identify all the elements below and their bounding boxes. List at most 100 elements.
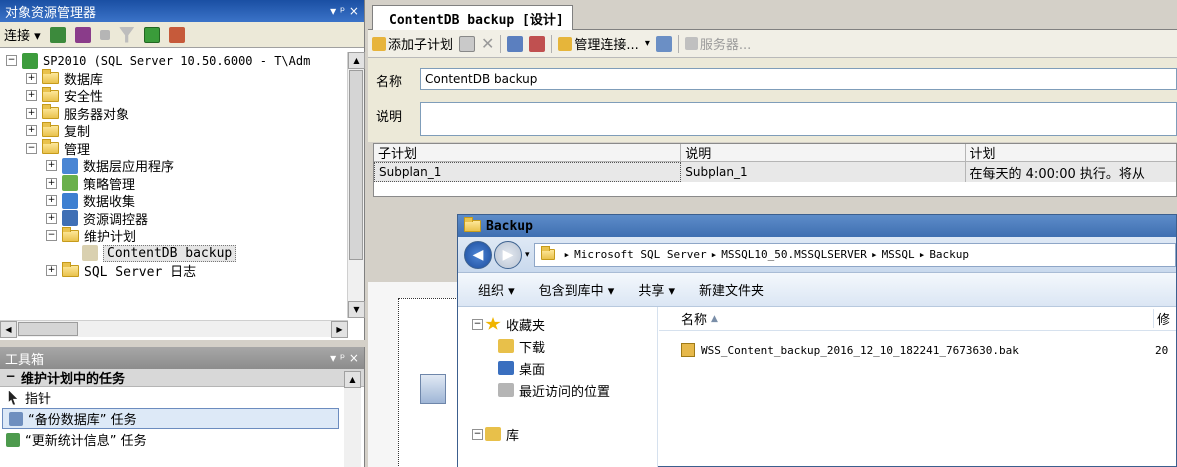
tree-node[interactable]: + 数据库 (0, 69, 348, 88)
subplan-properties-icon[interactable] (459, 35, 476, 52)
nav-item[interactable]: 最近访问的位置 (498, 379, 610, 401)
share-button[interactable]: 共享 ▾ (638, 280, 675, 299)
breadcrumb-separator-icon[interactable]: ▸ (871, 248, 878, 261)
toolbox-item[interactable]: “备份数据库” 任务 (2, 408, 339, 429)
data-tier-app-icon (62, 157, 78, 174)
name-field[interactable]: ContentDB backup (420, 68, 1177, 90)
nav-item-label: 最近访问的位置 (519, 384, 611, 400)
tree-node[interactable]: ContentDB backup (0, 244, 348, 263)
expand-icon[interactable]: + (26, 72, 37, 84)
backup-task-icon (420, 374, 446, 404)
breadcrumb-item[interactable]: Backup (929, 248, 969, 261)
breadcrumb-item[interactable]: Microsoft SQL Server (574, 248, 706, 261)
object-explorer-title: 对象资源管理器 (5, 5, 97, 21)
column-header-description[interactable]: 说明 (681, 144, 966, 161)
cell-subplan-name[interactable]: Subplan_1 (374, 162, 682, 182)
tree-node-label: 管理 (64, 142, 91, 158)
expand-icon[interactable]: + (46, 195, 57, 207)
table-row[interactable]: Subplan_1 Subplan_1 在每天的 4:00:00 执行。将从 (374, 162, 1176, 182)
scroll-up-arrow-icon[interactable]: ▲ (344, 371, 361, 388)
organize-button[interactable]: 组织 ▾ (478, 280, 515, 299)
collapse-icon[interactable]: − (6, 55, 17, 67)
tree-node[interactable]: + 数据层应用程序 (0, 157, 348, 175)
scroll-up-arrow-icon[interactable]: ▲ (348, 52, 365, 69)
panel-pin-controls[interactable]: ▾ ᵖ × (330, 4, 359, 18)
expand-icon[interactable]: + (26, 107, 37, 119)
breadcrumb-separator-icon[interactable]: ▸ (919, 248, 926, 261)
stop-icon[interactable] (99, 29, 110, 40)
breadcrumb-separator-icon[interactable]: ▸ (711, 248, 718, 261)
nav-item[interactable]: − 库 (472, 423, 519, 445)
scroll-down-arrow-icon[interactable]: ▼ (348, 301, 365, 318)
cell-schedule[interactable]: 在每天的 4:00:00 执行。将从 (966, 162, 1176, 182)
toolbox-scrollbar[interactable]: ▲ (344, 371, 361, 467)
tree-node[interactable]: + 安全性 (0, 86, 348, 105)
add-subplan-button[interactable]: 添加子计划 (388, 34, 453, 53)
tree-node[interactable]: + SQL Server 日志 (0, 261, 348, 280)
column-header-schedule[interactable]: 计划 (966, 144, 1176, 161)
collapse-icon[interactable]: − (46, 230, 57, 242)
nav-item[interactable]: − 收藏夹 (472, 313, 545, 335)
breadcrumb-item[interactable]: MSSQL10_50.MSSQLSERVER (721, 248, 867, 261)
delete-subplan-icon[interactable]: ✕ (481, 34, 494, 53)
tree-node[interactable]: − SP2010 (SQL Server 10.50.6000 - T\Adm (0, 52, 348, 70)
scrollbar-thumb[interactable] (18, 322, 78, 336)
tree-horizontal-scrollbar[interactable]: ◀ ▶ (0, 320, 348, 338)
tree-node[interactable]: + 资源调控器 (0, 210, 348, 228)
remove-schedule-icon[interactable] (529, 35, 546, 52)
connect-server-icon[interactable] (49, 26, 66, 43)
file-name[interactable]: WSS_Content_backup_2016_12_10_182241_767… (701, 344, 1019, 357)
summary-icon[interactable] (168, 26, 185, 43)
description-field[interactable] (420, 102, 1177, 136)
tree-node[interactable]: + 策略管理 (0, 175, 348, 193)
file-row[interactable]: WSS_Content_backup_2016_12_10_182241_767… (659, 339, 1176, 361)
tree-node[interactable]: + 服务器对象 (0, 104, 348, 123)
expand-icon[interactable]: + (46, 160, 57, 172)
servers-button[interactable]: 服务器... (700, 34, 751, 53)
expand-icon[interactable]: + (26, 125, 37, 137)
toolbox-section-header[interactable]: − 维护计划中的任务 (0, 369, 364, 387)
expand-icon[interactable]: + (46, 265, 57, 277)
collapse-icon[interactable]: − (472, 428, 483, 440)
nav-item[interactable]: 桌面 (498, 357, 545, 379)
nav-item[interactable]: 下载 (498, 335, 545, 357)
column-header-subplan[interactable]: 子计划 (374, 144, 682, 161)
disconnect-server-icon[interactable] (74, 26, 91, 43)
toolbox-item[interactable]: 指针 (0, 387, 364, 408)
breadcrumb-item[interactable]: MSSQL (882, 248, 915, 261)
scroll-left-arrow-icon[interactable]: ◀ (0, 321, 17, 338)
cell-subplan-description[interactable]: Subplan_1 (681, 162, 966, 182)
tree-vertical-scrollbar[interactable]: ▲ ▼ (347, 52, 365, 318)
tab-contentdb-backup-design[interactable]: ContentDB backup [设计] (372, 5, 573, 30)
tree-node[interactable]: − 管理 (0, 139, 348, 158)
collapse-icon[interactable]: − (26, 142, 37, 154)
filter-icon[interactable] (118, 26, 135, 43)
forward-button-icon[interactable]: ▶ (494, 240, 522, 269)
history-dropdown-icon[interactable]: ▾ (525, 250, 530, 260)
column-header-name[interactable]: 名称 (681, 309, 707, 328)
dropdown-arrow-icon[interactable]: ▾ (645, 38, 650, 49)
tree-node[interactable]: + 复制 (0, 121, 348, 140)
panel-pin-controls[interactable]: ▾ ᵖ × (330, 351, 359, 365)
new-folder-button[interactable]: 新建文件夹 (699, 280, 764, 299)
toolbox-item[interactable]: “更新统计信息” 任务 (0, 429, 364, 450)
address-breadcrumb[interactable]: ▸ Microsoft SQL Server ▸ MSSQL10_50.MSSQ… (533, 242, 1176, 267)
column-header-modified[interactable]: 修 (1153, 309, 1170, 328)
tree-node[interactable]: − 维护计划 (0, 226, 348, 245)
tree-node[interactable]: + 数据收集 (0, 192, 348, 210)
scrollbar-thumb[interactable] (349, 70, 363, 260)
expand-icon[interactable]: + (46, 177, 57, 189)
refresh-icon[interactable] (143, 26, 160, 43)
collapse-icon[interactable]: − (5, 370, 16, 383)
back-button-icon[interactable]: ◀ (464, 240, 492, 269)
connect-button[interactable]: 连接 ▾ (4, 25, 41, 44)
manage-connections-button[interactable]: 管理连接... (574, 34, 638, 53)
subplan-schedule-icon[interactable] (507, 35, 524, 52)
expand-icon[interactable]: + (26, 90, 37, 102)
breadcrumb-separator-icon[interactable]: ▸ (564, 248, 571, 261)
collapse-icon[interactable]: − (472, 318, 483, 330)
reporting-icon[interactable] (655, 35, 672, 52)
include-in-library-button[interactable]: 包含到库中 ▾ (539, 280, 615, 299)
scroll-right-arrow-icon[interactable]: ▶ (331, 321, 348, 338)
expand-icon[interactable]: + (46, 212, 57, 224)
